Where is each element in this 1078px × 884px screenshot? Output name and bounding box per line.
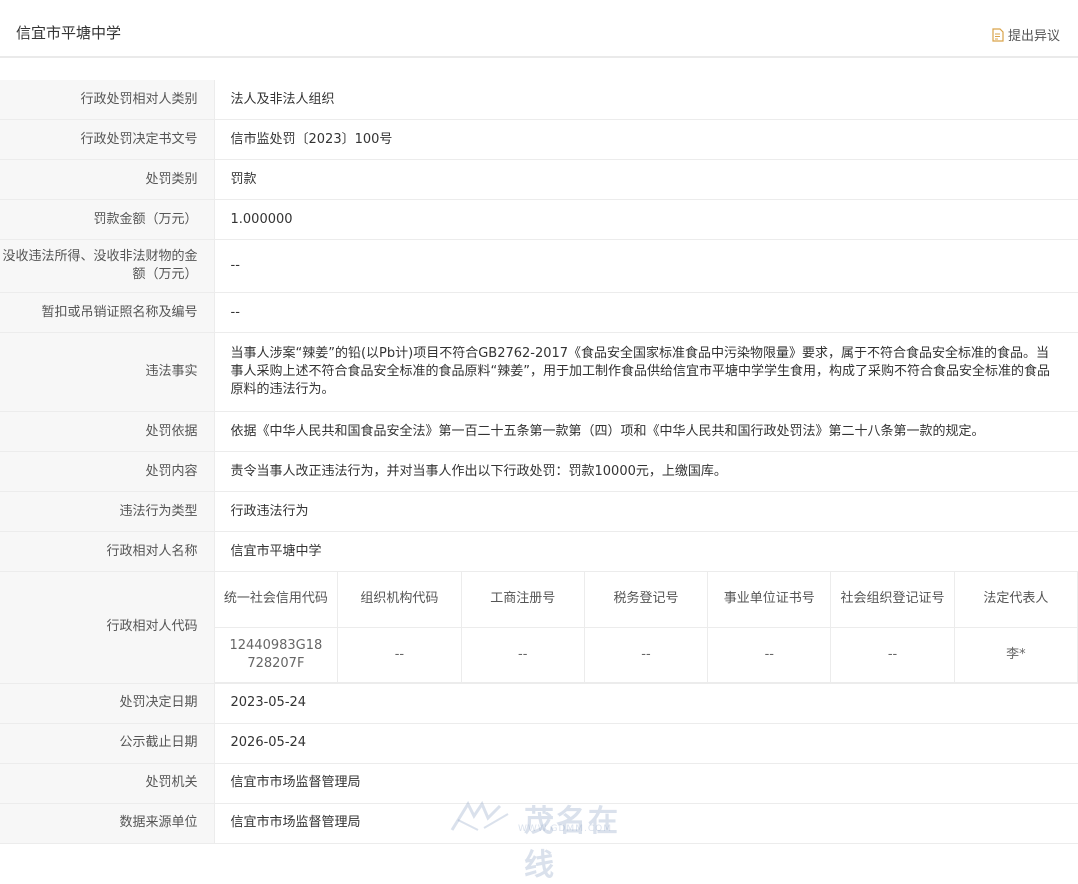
value-basis: 依据《中华人民共和国食品安全法》第一百二十五条第一款第（四）项和《中华人民共和国… [214,412,1078,452]
value-decision-date: 2023-05-24 [214,683,1078,723]
label-party-name: 行政相对人名称 [0,532,214,572]
value-source: 信宜市市场监督管理局 [214,803,1078,843]
row-facts: 违法事实 当事人涉案“辣姜”的铅(以Pb计)项目不符合GB2762-2017《食… [0,333,1078,412]
header-credit-code: 统一社会信用代码 [215,572,338,627]
value-business-reg: -- [461,627,584,682]
header-tax-reg: 税务登记号 [584,572,707,627]
value-license: -- [214,293,1078,333]
value-party-type: 法人及非法人组织 [214,80,1078,120]
party-code-table: 统一社会信用代码 组织机构代码 工商注册号 税务登记号 事业单位证书号 社会组织… [215,572,1078,683]
value-social-org-cert: -- [831,627,954,682]
party-code-cell: 统一社会信用代码 组织机构代码 工商注册号 税务登记号 事业单位证书号 社会组织… [214,572,1078,684]
label-decision-date: 处罚决定日期 [0,683,214,723]
row-basis: 处罚依据 依据《中华人民共和国食品安全法》第一百二十五条第一款第（四）项和《中华… [0,412,1078,452]
objection-button[interactable]: 提出异议 [992,25,1060,44]
label-party-code: 行政相对人代码 [0,572,214,684]
row-content: 处罚内容 责令当事人改正违法行为，并对当事人作出以下行政处罚：罚款10000元，… [0,452,1078,492]
label-party-type: 行政处罚相对人类别 [0,80,214,120]
row-authority: 处罚机关 信宜市市场监督管理局 [0,763,1078,803]
label-decision-no: 行政处罚决定书文号 [0,120,214,160]
value-fine-amount: 1.000000 [214,200,1078,240]
row-decision-no: 行政处罚决定书文号 信市监处罚〔2023〕100号 [0,120,1078,160]
row-license: 暂扣或吊销证照名称及编号 -- [0,293,1078,333]
value-violation-type: 行政违法行为 [214,492,1078,532]
party-code-header-row: 统一社会信用代码 组织机构代码 工商注册号 税务登记号 事业单位证书号 社会组织… [215,572,1078,627]
value-institution-cert: -- [708,627,831,682]
row-source: 数据来源单位 信宜市市场监督管理局 [0,803,1078,843]
penalty-info-table: 行政处罚相对人类别 法人及非法人组织 行政处罚决定书文号 信市监处罚〔2023〕… [0,80,1078,844]
value-publish-end: 2026-05-24 [214,723,1078,763]
value-facts: 当事人涉案“辣姜”的铅(以Pb计)项目不符合GB2762-2017《食品安全国家… [214,333,1078,412]
value-content: 责令当事人改正违法行为，并对当事人作出以下行政处罚：罚款10000元，上缴国库。 [214,452,1078,492]
value-penalty-type: 罚款 [214,160,1078,200]
label-penalty-type: 处罚类别 [0,160,214,200]
label-authority: 处罚机关 [0,763,214,803]
label-source: 数据来源单位 [0,803,214,843]
header-institution-cert: 事业单位证书号 [708,572,831,627]
row-fine-amount: 罚款金额（万元） 1.000000 [0,200,1078,240]
page-header: 信宜市平塘中学 提出异议 [0,8,1078,58]
label-content: 处罚内容 [0,452,214,492]
label-publish-end: 公示截止日期 [0,723,214,763]
row-decision-date: 处罚决定日期 2023-05-24 [0,683,1078,723]
value-decision-no: 信市监处罚〔2023〕100号 [214,120,1078,160]
row-violation-type: 违法行为类型 行政违法行为 [0,492,1078,532]
row-penalty-type: 处罚类别 罚款 [0,160,1078,200]
label-fine-amount: 罚款金额（万元） [0,200,214,240]
label-facts: 违法事实 [0,333,214,412]
label-license: 暂扣或吊销证照名称及编号 [0,293,214,333]
header-social-org-cert: 社会组织登记证号 [831,572,954,627]
header-legal-rep: 法定代表人 [954,572,1077,627]
value-party-name: 信宜市平塘中学 [214,532,1078,572]
row-party-code: 行政相对人代码 统一社会信用代码 组织机构代码 工商注册号 税务登记号 事业单位… [0,572,1078,684]
value-legal-rep: 李* [954,627,1077,682]
header-business-reg: 工商注册号 [461,572,584,627]
label-confiscation: 没收违法所得、没收非法财物的金额（万元） [0,240,214,293]
row-confiscation: 没收违法所得、没收非法财物的金额（万元） -- [0,240,1078,293]
header-org-code: 组织机构代码 [338,572,461,627]
value-authority: 信宜市市场监督管理局 [214,763,1078,803]
row-party-name: 行政相对人名称 信宜市平塘中学 [0,532,1078,572]
party-code-value-row: 12440983G18728207F -- -- -- -- -- 李* [215,627,1078,682]
value-org-code: -- [338,627,461,682]
row-publish-end: 公示截止日期 2026-05-24 [0,723,1078,763]
page-title: 信宜市平塘中学 [16,22,121,43]
objection-label[interactable]: 提出异议 [1008,25,1060,44]
row-party-type: 行政处罚相对人类别 法人及非法人组织 [0,80,1078,120]
value-tax-reg: -- [584,627,707,682]
label-basis: 处罚依据 [0,412,214,452]
label-violation-type: 违法行为类型 [0,492,214,532]
value-credit-code: 12440983G18728207F [215,627,338,682]
document-edit-icon [992,28,1004,42]
value-confiscation: -- [214,240,1078,293]
